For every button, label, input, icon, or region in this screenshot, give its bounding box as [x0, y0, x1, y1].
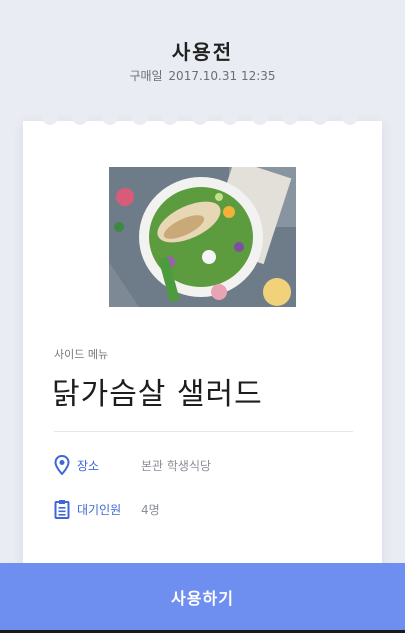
location-pin-icon	[53, 454, 71, 476]
status-title: 사용전	[171, 40, 234, 64]
purchase-label: 구매일	[129, 69, 163, 83]
waiting-value: 4명	[141, 502, 160, 517]
purchase-info: 구매일 2017.10.31 12:35	[0, 67, 405, 84]
ticket-scallop-edge	[23, 115, 382, 129]
clipboard-icon	[53, 498, 71, 520]
purchase-datetime: 2017.10.31 12:35	[168, 69, 276, 83]
use-button[interactable]: 사용하기	[0, 563, 405, 630]
divider	[54, 431, 353, 432]
waiting-label: 대기인원	[77, 502, 122, 517]
location-value: 본관 학생식당	[141, 458, 212, 473]
coupon-ticket: 사이드 메뉴 닭가슴살 샐러드 장소 본관 학생식당 대기인원 4명	[23, 115, 382, 581]
waiting-row: 대기인원 4명	[53, 498, 160, 520]
location-label: 장소	[77, 458, 100, 473]
menu-photo	[109, 167, 296, 307]
location-row: 장소 본관 학생식당	[53, 454, 211, 476]
menu-category: 사이드 메뉴	[54, 348, 109, 361]
menu-name: 닭가슴살 샐러드	[52, 377, 263, 412]
